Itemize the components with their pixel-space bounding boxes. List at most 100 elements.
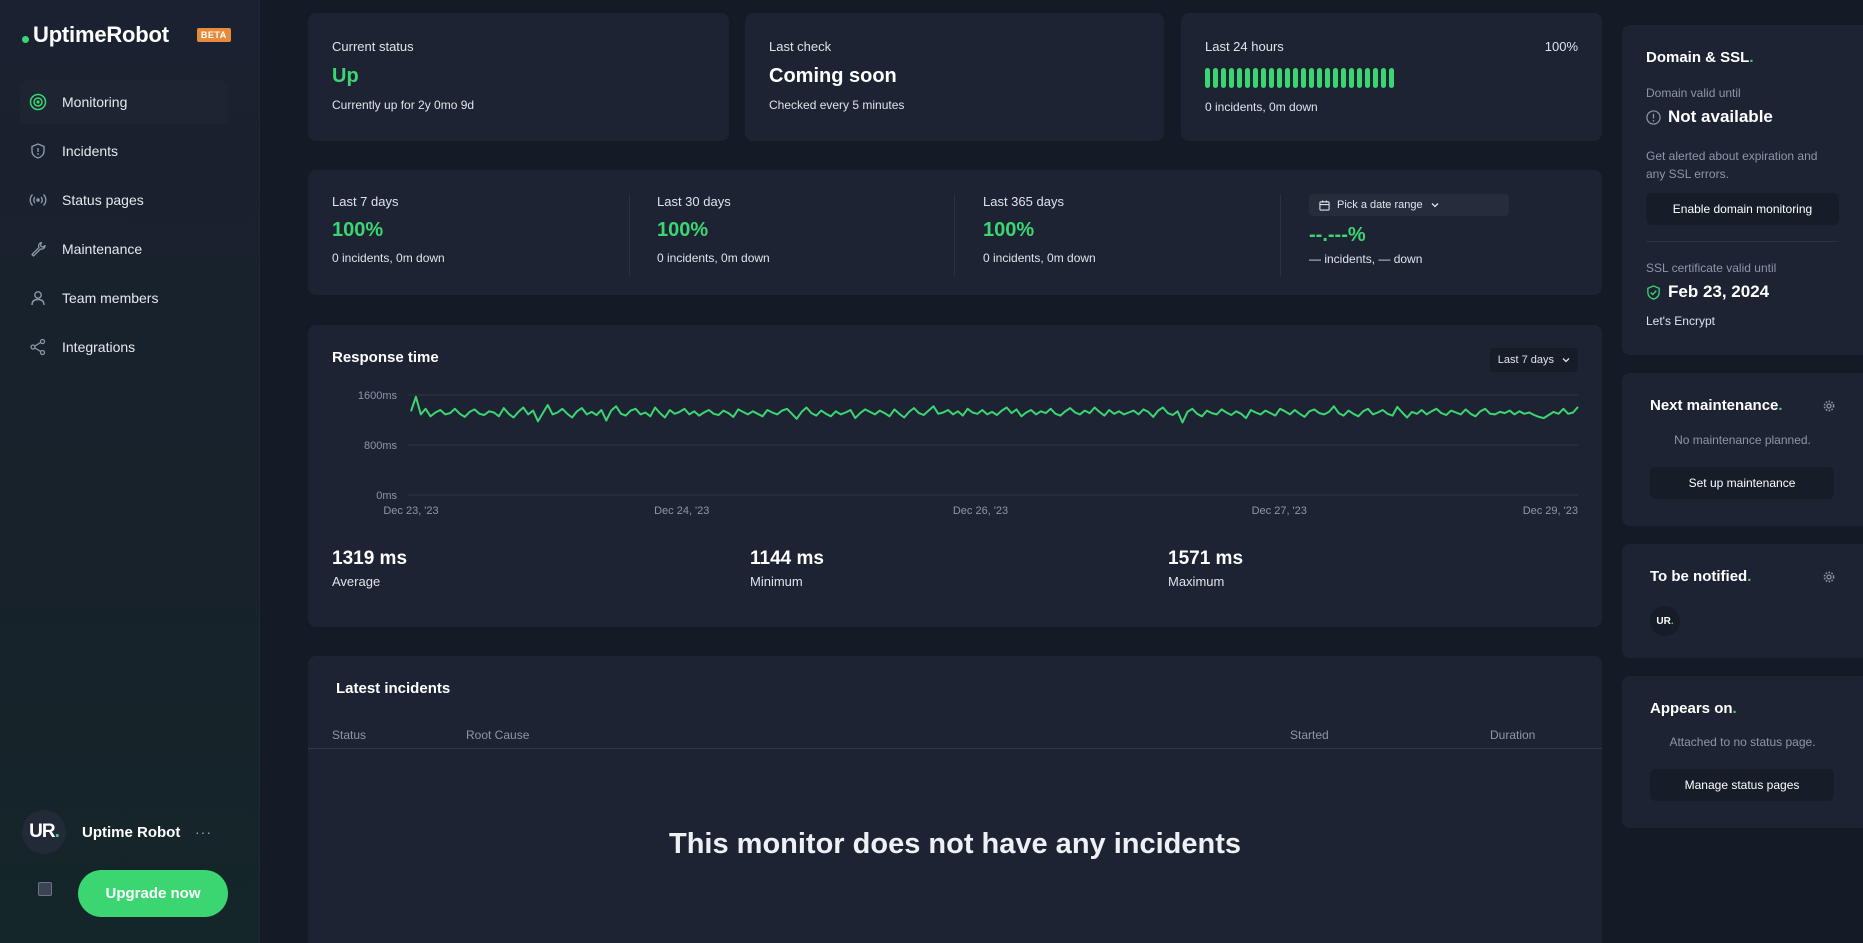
domain-valid-row: Not available [1646, 107, 1773, 127]
sidebar-item-maintenance[interactable]: Maintenance [20, 227, 228, 271]
response-stat-value: 1571 ms [1168, 548, 1244, 569]
uptime-30-days-value: 100% [657, 219, 709, 241]
uptime-periods-card: Last 7 days 100% 0 incidents, 0m down La… [308, 170, 1602, 295]
ssl-issuer: Let's Encrypt [1646, 314, 1715, 328]
set-up-maintenance-button[interactable]: Set up maintenance [1650, 467, 1834, 499]
gear-icon[interactable] [1823, 400, 1835, 412]
next-maintenance-title-text: Next maintenance [1650, 397, 1779, 414]
current-status-value: Up [332, 65, 359, 87]
ssl-valid-value: Feb 23, 2024 [1668, 282, 1770, 301]
uptime-bar [1357, 68, 1362, 88]
table-divider [308, 748, 1602, 749]
logo[interactable]: UptimeRobot BETA [22, 22, 231, 48]
divider [629, 194, 630, 276]
response-time-title: Response time [332, 349, 439, 366]
sidebar-item-team-members[interactable]: Team members [20, 276, 228, 320]
calendar-icon [1319, 199, 1330, 211]
sidebar-item-label: Maintenance [62, 241, 143, 257]
x-tick-label: Dec 27, '23 [1252, 505, 1307, 517]
uptime-bar [1285, 68, 1290, 88]
date-range-picker[interactable]: Pick a date range [1309, 194, 1509, 216]
avatar-dot: . [1670, 615, 1674, 627]
sidebar-item-integrations[interactable]: Integrations [20, 325, 228, 369]
sidebar-item-incidents[interactable]: Incidents [20, 129, 228, 173]
domain-alert-text: Get alerted about expiration and any SSL… [1646, 149, 1818, 181]
current-status-card: Current status Up Currently up for 2y 0m… [308, 13, 729, 141]
upgrade-button[interactable]: Upgrade now [78, 870, 228, 917]
x-tick-label: Dec 23, '23 [383, 505, 438, 517]
response-stat-label: Average [332, 574, 381, 589]
last-24-hours-card: Last 24 hours 100% 0 incidents, 0m down [1181, 13, 1602, 141]
response-time-line [410, 395, 1579, 424]
uptime-365-days-value: 100% [983, 219, 1035, 241]
info-icon [1646, 109, 1661, 125]
response-range-select[interactable]: Last 7 days [1489, 348, 1578, 372]
uptime-7-days-value: 100% [332, 219, 384, 241]
title-dot: . [1732, 700, 1737, 717]
to-be-notified-card: To be notified. UR. [1622, 544, 1863, 658]
user-name: Uptime Robot [82, 823, 181, 841]
uptime-bar [1341, 68, 1346, 88]
response-stat-maximum: 1571 ms Maximum [1168, 548, 1243, 589]
gear-icon[interactable] [1823, 571, 1835, 583]
uptime-bar [1221, 68, 1226, 88]
shield-check-icon [1647, 284, 1660, 300]
avatar-dot: . [54, 821, 60, 842]
last-check-sub: Checked every 5 minutes [769, 98, 905, 112]
column-header-started: Started [1290, 728, 1329, 742]
enable-domain-monitoring-button[interactable]: Enable domain monitoring [1646, 193, 1839, 225]
monitoring-icon [29, 93, 47, 111]
uptime-30-days-label: Last 30 days [657, 194, 731, 209]
current-status-sub: Currently up for 2y 0mo 9d [332, 98, 475, 112]
user-menu-button[interactable]: ··· [195, 824, 212, 840]
user-profile[interactable]: UR. Uptime Robot ··· [22, 810, 222, 854]
avatar-initials: UR [29, 821, 55, 842]
last-check-card: Last check Coming soon Checked every 5 m… [745, 13, 1164, 141]
avatar-initials: UR [1656, 615, 1671, 627]
response-stat-minimum: 1144 ms Minimum [750, 548, 824, 589]
uptime-bar [1253, 68, 1258, 88]
response-stat-average: 1319 ms Average [332, 548, 407, 589]
collapse-sidebar-icon[interactable] [38, 882, 52, 896]
uptime-custom-range: Pick a date range --.---% — incidents, —… [1309, 194, 1509, 266]
appears-on-title-text: Appears on [1650, 700, 1733, 717]
uptime-bars [1205, 68, 1394, 88]
beta-badge: BETA [196, 28, 231, 42]
sidebar-nav: Monitoring Incidents Status pages Mainte… [20, 80, 228, 374]
sidebar-item-label: Team members [62, 290, 159, 306]
uptime-bar [1261, 68, 1266, 88]
sidebar-item-monitoring[interactable]: Monitoring [20, 80, 228, 124]
latest-incidents-title: Latest incidents [336, 680, 451, 697]
uptime-bar [1325, 68, 1330, 88]
uptime-7-days-label: Last 7 days [332, 194, 399, 209]
uptime-bar [1205, 68, 1210, 88]
avatar[interactable]: UR. [1650, 606, 1680, 636]
sidebar: UptimeRobot BETA Monitoring Incidents St… [0, 0, 260, 943]
uptime-bar [1381, 68, 1386, 88]
uptime-bar [1213, 68, 1218, 88]
uptime-365-days-label: Last 365 days [983, 194, 1064, 209]
last-24-hours-label: Last 24 hours [1205, 39, 1284, 54]
appears-on-title: Appears on. [1650, 700, 1737, 717]
maintenance-empty: No maintenance planned. [1674, 433, 1811, 447]
ssl-valid-row: Feb 23, 2024 [1646, 282, 1769, 302]
manage-status-pages-button[interactable]: Manage status pages [1650, 769, 1834, 801]
uptime-bar [1277, 68, 1282, 88]
sidebar-item-status-pages[interactable]: Status pages [20, 178, 228, 222]
broadcast-icon [29, 191, 47, 209]
uptime-bar [1229, 68, 1234, 88]
domain-valid-label: Domain valid until [1646, 86, 1741, 100]
domain-ssl-title-text: Domain & SSL [1646, 49, 1750, 66]
x-tick-label: Dec 29, '23 [1523, 505, 1578, 517]
column-header-duration: Duration [1490, 728, 1536, 742]
x-tick-label: Dec 26, '23 [953, 505, 1008, 517]
domain-ssl-title: Domain & SSL. [1646, 49, 1754, 66]
latest-incidents-card: Latest incidents Status Root Cause Start… [308, 656, 1602, 943]
chevron-down-icon [1431, 203, 1439, 208]
avatar: UR. [22, 810, 66, 854]
last-check-value: Coming soon [769, 65, 897, 87]
appears-on-empty: Attached to no status page. [1669, 735, 1816, 749]
response-stat-value: 1144 ms [750, 548, 824, 569]
sidebar-item-label: Status pages [62, 192, 144, 208]
to-be-notified-title: To be notified. [1650, 568, 1751, 585]
